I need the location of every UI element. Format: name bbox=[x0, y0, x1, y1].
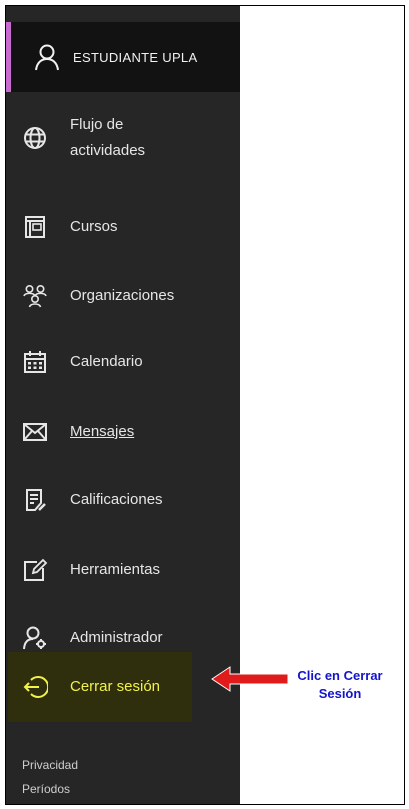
logout-button[interactable]: Cerrar sesión bbox=[8, 652, 192, 722]
admin-user-icon bbox=[23, 626, 46, 650]
nav-activity-label: Flujo de actividades bbox=[70, 116, 146, 159]
privacy-link[interactable]: Privacidad bbox=[22, 758, 78, 772]
nav-admin-label: Administrador bbox=[70, 629, 163, 646]
nav-grades[interactable]: Calificaciones bbox=[6, 487, 240, 513]
user-name: ESTUDIANTE UPLA bbox=[73, 49, 198, 65]
nav-organizations[interactable]: Organizaciones bbox=[6, 283, 240, 309]
sidebar: ESTUDIANTE UPLA Flujo de actividades Cur… bbox=[6, 6, 240, 804]
instruction-callout: Clic en Cerrar Sesión bbox=[286, 667, 394, 703]
nav-grades-label: Calificaciones bbox=[70, 491, 163, 508]
logout-icon bbox=[23, 676, 48, 698]
nav-calendar-label: Calendario bbox=[70, 353, 143, 370]
nav-tools[interactable]: Herramientas bbox=[6, 557, 240, 583]
nav-courses-label: Cursos bbox=[70, 218, 118, 235]
periods-link[interactable]: Períodos bbox=[22, 782, 70, 796]
red-arrow-annotation bbox=[211, 666, 289, 692]
organizations-icon bbox=[23, 284, 47, 308]
logout-label: Cerrar sesión bbox=[70, 678, 161, 695]
nav-admin[interactable]: Administrador bbox=[6, 625, 240, 651]
nav-messages-label: Mensajes bbox=[70, 423, 135, 440]
globe-icon bbox=[24, 127, 46, 149]
nav-activity-stream[interactable]: Flujo de actividades bbox=[6, 112, 240, 164]
user-icon bbox=[35, 44, 59, 71]
callout-line-2: Sesión bbox=[318, 686, 362, 701]
nav-tools-label: Herramientas bbox=[70, 561, 161, 578]
nav-organizations-label: Organizaciones bbox=[70, 287, 175, 304]
courses-icon bbox=[25, 216, 45, 238]
user-profile[interactable]: ESTUDIANTE UPLA bbox=[6, 22, 240, 92]
edit-icon bbox=[24, 558, 48, 581]
calendar-icon bbox=[24, 351, 46, 373]
envelope-icon bbox=[23, 423, 47, 441]
callout-line-1: Clic en Cerrar bbox=[297, 668, 383, 683]
nav-courses[interactable]: Cursos bbox=[6, 214, 240, 240]
nav-calendar[interactable]: Calendario bbox=[6, 349, 240, 375]
nav-messages[interactable]: Mensajes bbox=[6, 419, 240, 445]
grades-icon bbox=[26, 489, 46, 511]
